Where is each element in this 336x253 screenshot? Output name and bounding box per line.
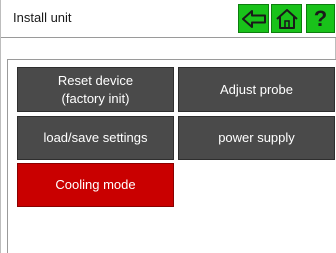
- arrow-left-icon: [241, 9, 266, 28]
- home-icon: [275, 8, 298, 29]
- reset-device-label: Reset device (factory init): [57, 72, 134, 106]
- cooling-mode-button[interactable]: Cooling mode: [17, 163, 174, 207]
- adjust-probe-button[interactable]: Adjust probe: [178, 67, 335, 112]
- install-unit-screen: Install unit ? Reset device (factory ini…: [0, 0, 336, 253]
- home-button[interactable]: [271, 4, 302, 33]
- question-mark-icon: ?: [313, 5, 328, 31]
- power-supply-label: power supply: [218, 130, 295, 146]
- help-button[interactable]: ?: [306, 4, 335, 33]
- reset-device-button[interactable]: Reset device (factory init): [17, 67, 174, 112]
- load-save-settings-button[interactable]: load/save settings: [17, 116, 174, 160]
- cooling-mode-label: Cooling mode: [55, 177, 136, 193]
- adjust-probe-label: Adjust probe: [220, 81, 293, 97]
- page-title: Install unit: [13, 10, 72, 25]
- load-save-settings-label: load/save settings: [43, 130, 148, 146]
- header-bar: Install unit ?: [1, 0, 336, 38]
- back-button[interactable]: [238, 4, 269, 33]
- power-supply-button[interactable]: power supply: [178, 116, 335, 160]
